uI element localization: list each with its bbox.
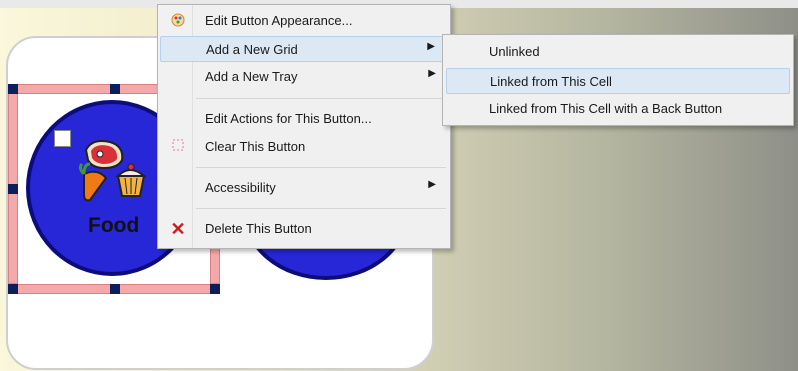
add-grid-submenu: Unlinked Linked from This Cell Linked fr… bbox=[442, 34, 794, 126]
resize-handle-tl[interactable] bbox=[8, 84, 18, 94]
submenu-item-label: Unlinked bbox=[489, 44, 540, 59]
submenu-item-linked-with-back[interactable]: Linked from This Cell with a Back Button bbox=[446, 96, 790, 122]
menu-separator bbox=[196, 167, 446, 168]
menu-item-edit-appearance[interactable]: Edit Button Appearance... bbox=[160, 8, 448, 34]
submenu-arrow-icon: ▶ bbox=[428, 179, 436, 190]
menu-item-label: Add a New Tray bbox=[205, 69, 298, 84]
resize-handle-bottom[interactable] bbox=[110, 284, 120, 294]
food-symbol-icon bbox=[78, 140, 147, 202]
palette-icon bbox=[169, 12, 187, 30]
menu-item-edit-actions[interactable]: Edit Actions for This Button... bbox=[160, 106, 448, 132]
submenu-item-label: Linked from This Cell bbox=[490, 74, 612, 89]
menu-item-delete-button[interactable]: ✕ Delete This Button bbox=[160, 216, 448, 242]
food-cell-label: Food bbox=[88, 214, 140, 237]
menu-item-label: Clear This Button bbox=[205, 139, 306, 154]
submenu-item-label: Linked from This Cell with a Back Button bbox=[489, 101, 723, 116]
delete-x-icon: ✕ bbox=[170, 219, 186, 239]
submenu-arrow-icon: ▶ bbox=[428, 68, 436, 79]
resize-handle-br[interactable] bbox=[210, 284, 220, 294]
menu-item-clear-button[interactable]: Clear This Button bbox=[160, 134, 448, 160]
menu-item-label: Edit Button Appearance... bbox=[205, 13, 353, 28]
menu-item-add-new-tray[interactable]: Add a New Tray ▶ bbox=[160, 64, 448, 90]
submenu-item-unlinked[interactable]: Unlinked bbox=[446, 39, 790, 65]
context-menu: Edit Button Appearance... Add a New Grid… bbox=[157, 4, 451, 249]
resize-handle-left[interactable] bbox=[8, 184, 18, 194]
menu-separator bbox=[196, 208, 446, 209]
menu-item-label: Edit Actions for This Button... bbox=[205, 111, 372, 126]
cell-select-checkbox[interactable] bbox=[54, 130, 71, 147]
menu-item-label: Add a New Grid bbox=[206, 42, 298, 57]
menu-separator bbox=[196, 98, 446, 99]
menu-item-add-new-grid[interactable]: Add a New Grid ▶ bbox=[160, 36, 448, 62]
menu-item-accessibility[interactable]: Accessibility ▶ bbox=[160, 175, 448, 201]
clear-dashed-icon bbox=[169, 138, 187, 156]
resize-handle-bl[interactable] bbox=[8, 284, 18, 294]
menu-item-label: Accessibility bbox=[205, 180, 276, 195]
menu-item-label: Delete This Button bbox=[205, 221, 312, 236]
submenu-item-linked-from-cell[interactable]: Linked from This Cell bbox=[446, 68, 790, 94]
resize-handle-top[interactable] bbox=[110, 84, 120, 94]
submenu-arrow-icon: ▶ bbox=[427, 41, 435, 52]
